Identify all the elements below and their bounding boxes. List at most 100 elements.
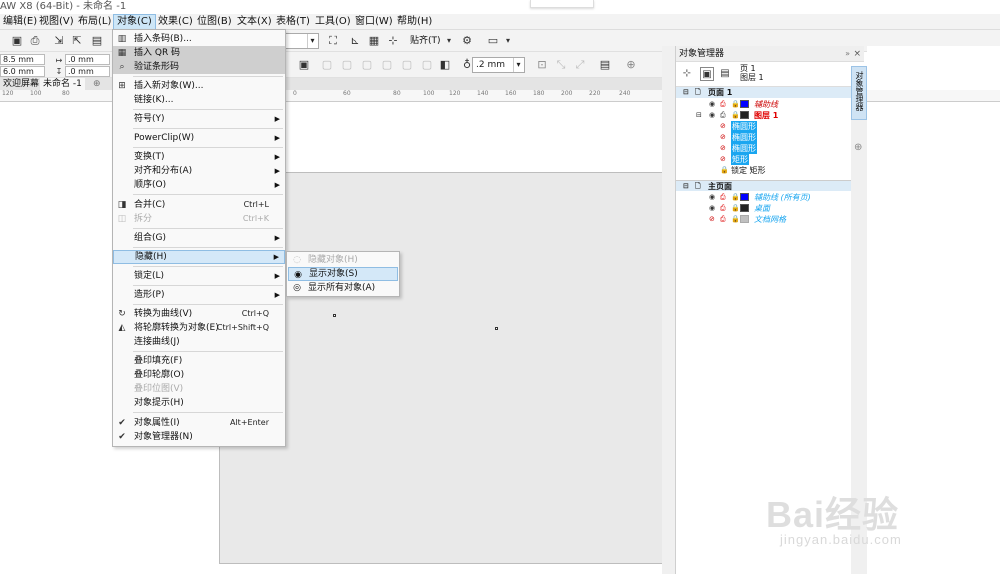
menu-table[interactable]: 表格(T) <box>273 14 313 30</box>
menu-join-curves[interactable]: 连接曲线(J) <box>113 335 285 349</box>
menu-edit[interactable]: 编辑(E) <box>0 14 40 30</box>
add-docker-icon[interactable]: ⊕ <box>854 142 862 153</box>
export-icon[interactable]: ⇱ <box>70 34 84 48</box>
close-icon[interactable]: × <box>853 46 861 62</box>
menu-group[interactable]: 组合(G) ▶ <box>113 231 285 245</box>
wrap-text-icon[interactable]: ⊡ <box>535 58 549 72</box>
zoom-combo[interactable]: ▾ <box>285 33 319 49</box>
menu-text[interactable]: 文本(X) <box>234 14 275 30</box>
menu-links[interactable]: 链接(K)... <box>113 93 285 107</box>
submenu-show-object[interactable]: ◉ 显示对象(S) <box>288 267 398 281</box>
menu-object[interactable]: 对象(C) <box>113 14 156 30</box>
collapse-icon[interactable]: ⊟ <box>683 181 689 192</box>
y-field[interactable]: .0 mm <box>65 66 110 77</box>
menu-layout[interactable]: 布局(L) <box>75 14 114 30</box>
import-icon[interactable]: ⇲ <box>52 34 66 48</box>
tree-guides-layer[interactable]: ◉ ⎙ 🔒 辅助线 <box>676 99 852 110</box>
printer-icon[interactable]: ⎙ <box>720 214 726 225</box>
tab-welcome[interactable]: 欢迎屏幕 <box>0 78 42 90</box>
height-field[interactable]: 6.0 mm <box>0 66 45 77</box>
menu-transform[interactable]: 变换(T) ▶ <box>113 150 285 164</box>
menu-bitmaps[interactable]: 位图(B) <box>194 14 235 30</box>
lock-icon[interactable]: 🔒 <box>731 214 740 225</box>
add-tab-icon[interactable]: ⊕ <box>90 78 104 90</box>
show-grid-icon[interactable]: ▦ <box>367 34 381 48</box>
tree-desktop-layer[interactable]: ◉ ⎙ 🔒 桌面 <box>676 203 852 214</box>
selection-handle[interactable] <box>495 327 498 330</box>
show-guidelines-icon[interactable]: ⊹ <box>386 34 400 48</box>
front-minus-back-icon[interactable]: ▢ <box>400 58 414 72</box>
back-minus-front-icon[interactable]: ▢ <box>420 58 434 72</box>
lock-icon[interactable]: 🔒 <box>731 99 740 110</box>
lock-icon[interactable]: 🔒 <box>731 110 740 121</box>
weld-icon[interactable]: ▢ <box>320 58 334 72</box>
menu-order[interactable]: 顺序(O) ▶ <box>113 178 285 192</box>
tree-page-1[interactable]: ⊟ 🗋 页面 1 <box>676 87 852 98</box>
menu-hide[interactable]: 隐藏(H) ▶ <box>113 250 285 264</box>
submenu-show-all-objects[interactable]: ◎ 显示所有对象(A) <box>288 281 398 295</box>
gear-icon[interactable]: ⚙ <box>460 34 474 48</box>
printer-icon[interactable]: ⎙ <box>720 203 726 214</box>
eye-icon[interactable]: ◉ <box>709 192 715 203</box>
menu-break-apart[interactable]: ◫ 拆分 Ctrl+K <box>113 212 285 226</box>
docker-collapse-icon[interactable]: » <box>845 46 850 62</box>
collapse-icon[interactable]: ⊟ <box>683 87 689 98</box>
x-field[interactable]: .0 mm <box>65 54 110 65</box>
menu-tools[interactable]: 工具(O) <box>312 14 354 30</box>
object-manager-vertical-tab[interactable]: 对象管理器 <box>851 66 867 120</box>
publish-icon[interactable]: ▤ <box>90 34 104 48</box>
application-launcher-icon[interactable]: ▭ <box>486 34 500 48</box>
printer-icon[interactable]: ⎙ <box>720 192 726 203</box>
tree-layer-1[interactable]: ⊟ ◉ ⎙ 🔒 图层 1 <box>676 110 852 121</box>
show-rulers-icon[interactable]: ⊾ <box>348 34 362 48</box>
eye-icon[interactable]: ◉ <box>709 203 715 214</box>
menu-align-distribute[interactable]: 对齐和分布(A) ▶ <box>113 164 285 178</box>
convert-icon[interactable]: ⤢ <box>573 58 587 72</box>
save-icon[interactable]: ▣ <box>10 34 24 48</box>
menu-insert-qr[interactable]: ▦ 插入 QR 码 <box>113 46 285 60</box>
trim-icon[interactable]: ▢ <box>340 58 354 72</box>
chevron-down-icon[interactable]: ▾ <box>501 34 515 48</box>
menu-view[interactable]: 视图(V) <box>36 14 77 30</box>
selection-handle[interactable] <box>333 314 336 317</box>
new-layer-icon[interactable]: ⊹ <box>680 67 694 81</box>
lock-icon[interactable]: 🔒 <box>731 203 740 214</box>
menu-overprint-fill[interactable]: 叠印填充(F) <box>113 354 285 368</box>
menu-symbol[interactable]: 符号(Y) ▶ <box>113 112 285 126</box>
menu-object-hints[interactable]: 对象提示(H) <box>113 396 285 410</box>
menu-shaping[interactable]: 造形(P) ▶ <box>113 288 285 302</box>
collapse-icon[interactable]: ⊟ <box>696 110 702 121</box>
printer-icon[interactable]: ⎙ <box>720 99 726 110</box>
tree-document-grid[interactable]: ⊘ ⎙ 🔒 文档网格 <box>676 214 852 225</box>
menu-lock[interactable]: 锁定(L) ▶ <box>113 269 285 283</box>
combine-icon[interactable]: ▣ <box>297 58 311 72</box>
simplify-icon[interactable]: ▢ <box>380 58 394 72</box>
full-screen-icon[interactable]: ⛶ <box>326 34 340 48</box>
document-page[interactable] <box>219 172 672 564</box>
menu-effects[interactable]: 效果(C) <box>155 14 196 30</box>
outline-width-combo[interactable]: .2 mm ▾ <box>472 57 525 73</box>
lock-icon[interactable]: 🔒 <box>731 192 740 203</box>
menu-insert-new-object[interactable]: ⊞ 插入新对象(W)... <box>113 79 285 93</box>
width-field[interactable]: 8.5 mm <box>0 54 45 65</box>
menu-insert-barcode[interactable]: ▥ 插入条码(B)... <box>113 32 285 46</box>
quick-customize-icon[interactable]: ⤡ <box>554 58 568 72</box>
menu-overprint-bitmap[interactable]: 叠印位图(V) <box>113 382 285 396</box>
menu-combine[interactable]: ◨ 合并(C) Ctrl+L <box>113 198 285 212</box>
menu-window[interactable]: 窗口(W) <box>352 14 396 30</box>
menu-powerclip[interactable]: PowerClip(W) ▶ <box>113 131 285 145</box>
menu-convert-to-curves[interactable]: ↻ 转换为曲线(V) Ctrl+Q <box>113 307 285 321</box>
menu-validate-barcode[interactable]: ⌕ 验证条形码 <box>113 60 285 74</box>
menu-help[interactable]: 帮助(H) <box>394 14 435 30</box>
tab-document[interactable]: 未命名 -1 <box>40 78 85 90</box>
menu-object-manager[interactable]: ✔ 对象管理器(N) <box>113 430 285 444</box>
intersect-icon[interactable]: ▢ <box>360 58 374 72</box>
submenu-hide-object[interactable]: ◌ 隐藏对象(H) <box>288 253 398 267</box>
print-icon[interactable]: ⎙ <box>28 34 42 48</box>
menu-object-properties[interactable]: ✔ 对象属性(I) Alt+Enter <box>113 416 285 430</box>
snap-to-button[interactable]: 贴齐(T) <box>410 34 441 48</box>
eye-icon[interactable]: ◉ <box>709 110 715 121</box>
boundary-icon[interactable]: ◧ <box>438 58 452 72</box>
tree-master-guides[interactable]: ◉ ⎙ 🔒 辅助线 (所有页) <box>676 192 852 203</box>
layer-manager-icon[interactable]: ▤ <box>718 67 732 81</box>
